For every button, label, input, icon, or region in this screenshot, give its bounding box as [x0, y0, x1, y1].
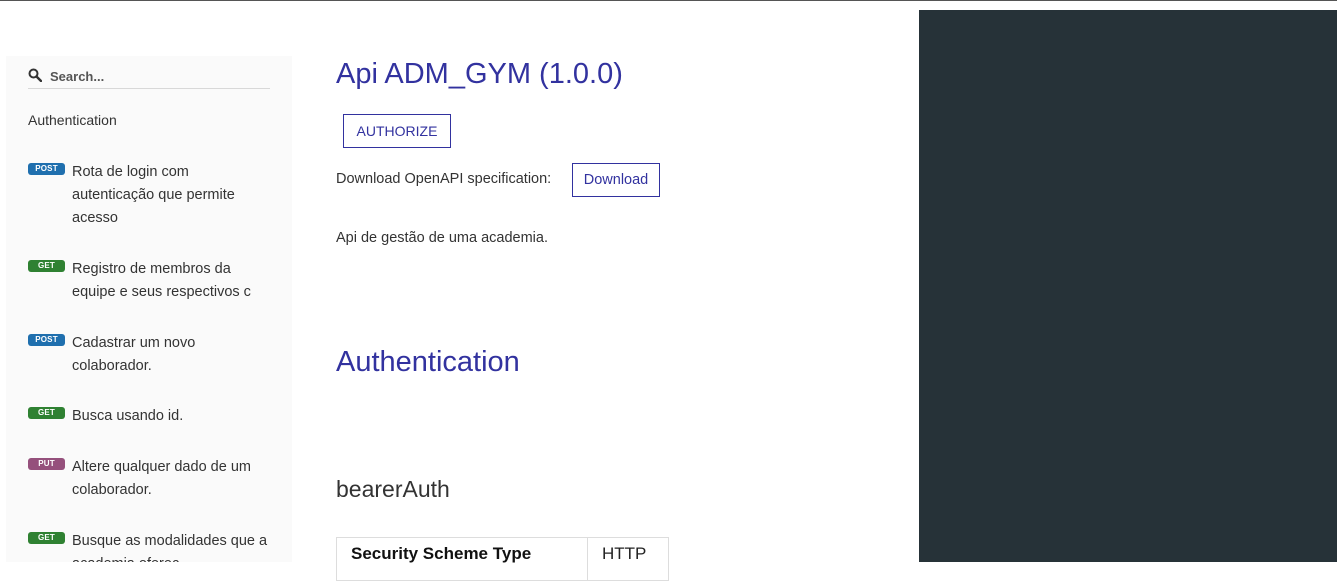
authentication-heading: Authentication	[336, 346, 520, 378]
sidebar-item-label: Altere qualquer dado de um colaborador.	[72, 459, 251, 498]
sidebar-section-authentication[interactable]: Authentication	[28, 112, 117, 128]
sidebar-item-label: Cadastrar um novo colaborador.	[72, 335, 196, 374]
security-scheme-type-value: HTTP	[587, 537, 669, 581]
sidebar-item-label: Registro de membros da equipe e seus res…	[72, 261, 251, 300]
search-icon	[28, 68, 42, 82]
http-method-badge: GET	[28, 532, 65, 544]
http-method-badge: POST	[28, 334, 65, 346]
security-scheme-table: Security Scheme Type HTTP	[336, 537, 669, 581]
top-border	[0, 0, 1337, 1]
right-code-panel	[919, 10, 1337, 562]
authorize-button[interactable]: AUTHORIZE	[343, 114, 451, 148]
http-method-badge: PUT	[28, 458, 65, 470]
http-method-badge: POST	[28, 163, 65, 175]
http-method-badge: GET	[28, 407, 65, 419]
sidebar-item-label: Busca usando id.	[72, 408, 184, 424]
page-title: Api ADM_GYM (1.0.0)	[336, 58, 623, 90]
bearer-auth-heading: bearerAuth	[336, 476, 450, 502]
sidebar-item-label: Busque as modalidades que a academia ofe…	[72, 533, 268, 562]
api-description: Api de gestão de uma academia.	[336, 229, 548, 246]
sidebar-item-label: Rota de login com autenticação que permi…	[72, 164, 235, 226]
search-input[interactable]	[50, 66, 260, 86]
table-row: Security Scheme Type HTTP	[336, 537, 669, 581]
download-spec-label: Download OpenAPI specification:	[336, 171, 552, 187]
http-method-badge: GET	[28, 260, 65, 272]
download-button[interactable]: Download	[572, 163, 660, 197]
sidebar: Authentication POST Rota de login com au…	[6, 56, 292, 562]
security-scheme-type-key: Security Scheme Type	[336, 537, 588, 581]
search-box	[28, 66, 270, 89]
